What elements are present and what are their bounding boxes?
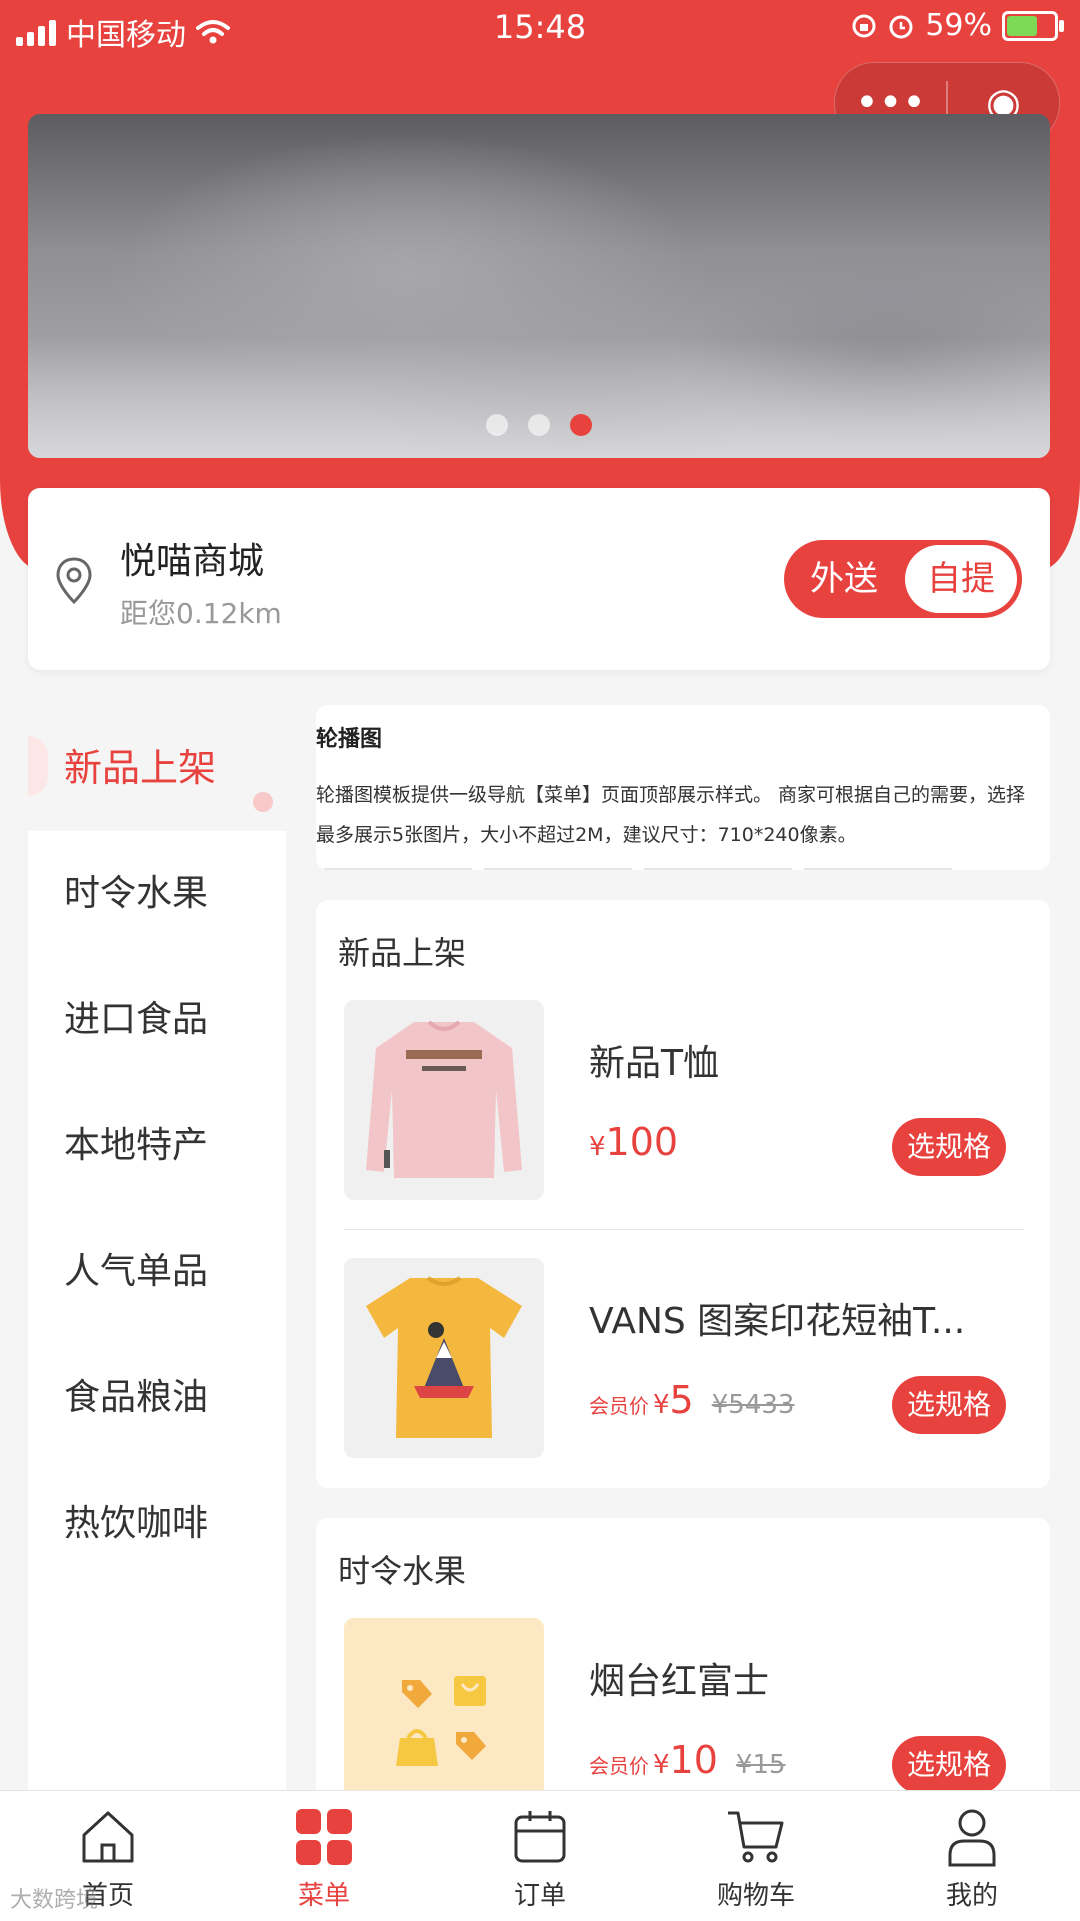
product-image (344, 1258, 544, 1458)
sidebar-item-coffee[interactable]: 热饮咖啡 (28, 1461, 286, 1587)
carousel-indicators (28, 414, 1050, 436)
info-title: 轮播图 (316, 727, 383, 752)
product-price: 会员价 ¥ 10 ¥15 (589, 1738, 786, 1782)
sidebar-active-dot (253, 792, 273, 812)
tshirt-image (344, 1258, 544, 1458)
info-description: 轮播图模板提供一级导航【菜单】页面顶部展示样式。 商家可根据自己的需要，选择 最… (316, 775, 1050, 855)
tab-label: 我的 (945, 1881, 998, 1911)
sidebar-item-grain-oil[interactable]: 食品粮油 (28, 1335, 286, 1461)
delivery-toggle[interactable]: 外送 自提 (784, 540, 1022, 618)
sweatshirt-image (344, 1000, 544, 1200)
watermark: 大数跨境 (10, 1888, 99, 1913)
tab-label: 菜单 (297, 1881, 350, 1911)
store-name: 悦喵商城 (120, 541, 265, 582)
product-price: 会员价 ¥ 5 ¥5433 (589, 1378, 795, 1422)
original-price: ¥15 (735, 1750, 786, 1780)
product-image (344, 1000, 544, 1200)
location-pin-icon (56, 557, 92, 605)
info-separators (324, 868, 952, 870)
product-name[interactable]: 烟台红富士 (589, 1652, 1009, 1704)
tab-profile[interactable]: 我的 (864, 1791, 1080, 1921)
indicator-dot[interactable] (528, 414, 550, 436)
tab-cart[interactable]: 购物车 (648, 1791, 864, 1921)
tab-menu[interactable]: 菜单 (216, 1791, 432, 1921)
banner-carousel[interactable] (28, 114, 1050, 458)
store-card[interactable]: 悦喵商城 距您0.12km 外送 自提 (28, 488, 1050, 670)
status-bar: 中国移动 15:48 59% (0, 0, 1080, 58)
store-distance: 距您0.12km (120, 597, 282, 630)
indicator-dot-active[interactable] (570, 414, 592, 436)
select-spec-button[interactable]: 选规格 (892, 1736, 1006, 1794)
battery-percent: 59% (925, 8, 992, 43)
section-title: 新品上架 (338, 934, 467, 972)
bottom-tab-bar: 首页 菜单 订单 购物车 我的 (0, 1790, 1080, 1921)
sidebar-item-local[interactable]: 本地特产 (28, 1083, 286, 1209)
home-icon (82, 1811, 134, 1863)
tab-orders[interactable]: 订单 (432, 1791, 648, 1921)
alarm-icon (889, 15, 913, 38)
product-card[interactable]: 新品T恤 ¥ 100 选规格 (344, 1000, 1024, 1200)
battery-icon (1002, 10, 1064, 41)
banner-image (28, 338, 1050, 458)
section-new-arrivals: 新品上架 新品T恤 ¥ 100 选规格 VANS 图案印花短袖T... 会员价 … (316, 900, 1050, 1488)
sidebar-item-new[interactable]: 新品上架 (28, 705, 286, 831)
indicator-dot[interactable] (486, 414, 508, 436)
menu-grid-icon (296, 1809, 352, 1865)
sidebar-item-fruit[interactable]: 时令水果 (28, 831, 286, 957)
delivery-option[interactable]: 外送 (784, 540, 904, 618)
select-spec-button[interactable]: 选规格 (892, 1376, 1006, 1434)
sidebar-item-imported[interactable]: 进口食品 (28, 957, 286, 1083)
section-seasonal-fruit: 时令水果 烟台红富士 会员价 ¥ 10 ¥15 选规格 (316, 1518, 1050, 1818)
product-card[interactable]: 烟台红富士 会员价 ¥ 10 ¥15 选规格 (344, 1618, 1024, 1818)
user-icon (948, 1809, 996, 1867)
product-card[interactable]: VANS 图案印花短袖T... 会员价 ¥ 5 ¥5433 选规格 (344, 1258, 1024, 1458)
product-name[interactable]: VANS 图案印花短袖T... (589, 1292, 1009, 1344)
info-line: 轮播图模板提供一级导航【菜单】页面顶部展示样式。 商家可根据自己的需要，选择 (316, 784, 1026, 806)
select-spec-button[interactable]: 选规格 (892, 1118, 1006, 1176)
product-divider (344, 1229, 1024, 1230)
rotation-lock-icon (852, 14, 876, 37)
product-price: ¥ 100 (589, 1120, 679, 1164)
template-info-card: 轮播图 轮播图模板提供一级导航【菜单】页面顶部展示样式。 商家可根据自己的需要，… (316, 705, 1050, 870)
original-price: ¥5433 (711, 1390, 795, 1420)
sidebar-item-popular[interactable]: 人气单品 (28, 1209, 286, 1335)
cart-icon (728, 1811, 784, 1863)
category-sidebar: 新品上架 时令水果 进口食品 本地特产 人气单品 食品粮油 热饮咖啡 (28, 705, 286, 1790)
tab-label: 订单 (513, 1881, 566, 1911)
pickup-option[interactable]: 自提 (905, 545, 1017, 613)
tab-label: 购物车 (716, 1881, 795, 1911)
shopping-tags-icon (396, 1676, 486, 1766)
info-line: 最多展示5张图片，大小不超过2M，建议尺寸：710*240像素。 (316, 824, 857, 846)
section-title: 时令水果 (338, 1552, 467, 1590)
calendar-icon (514, 1811, 566, 1863)
product-image-placeholder (344, 1618, 544, 1818)
product-name[interactable]: 新品T恤 (589, 1034, 1009, 1086)
